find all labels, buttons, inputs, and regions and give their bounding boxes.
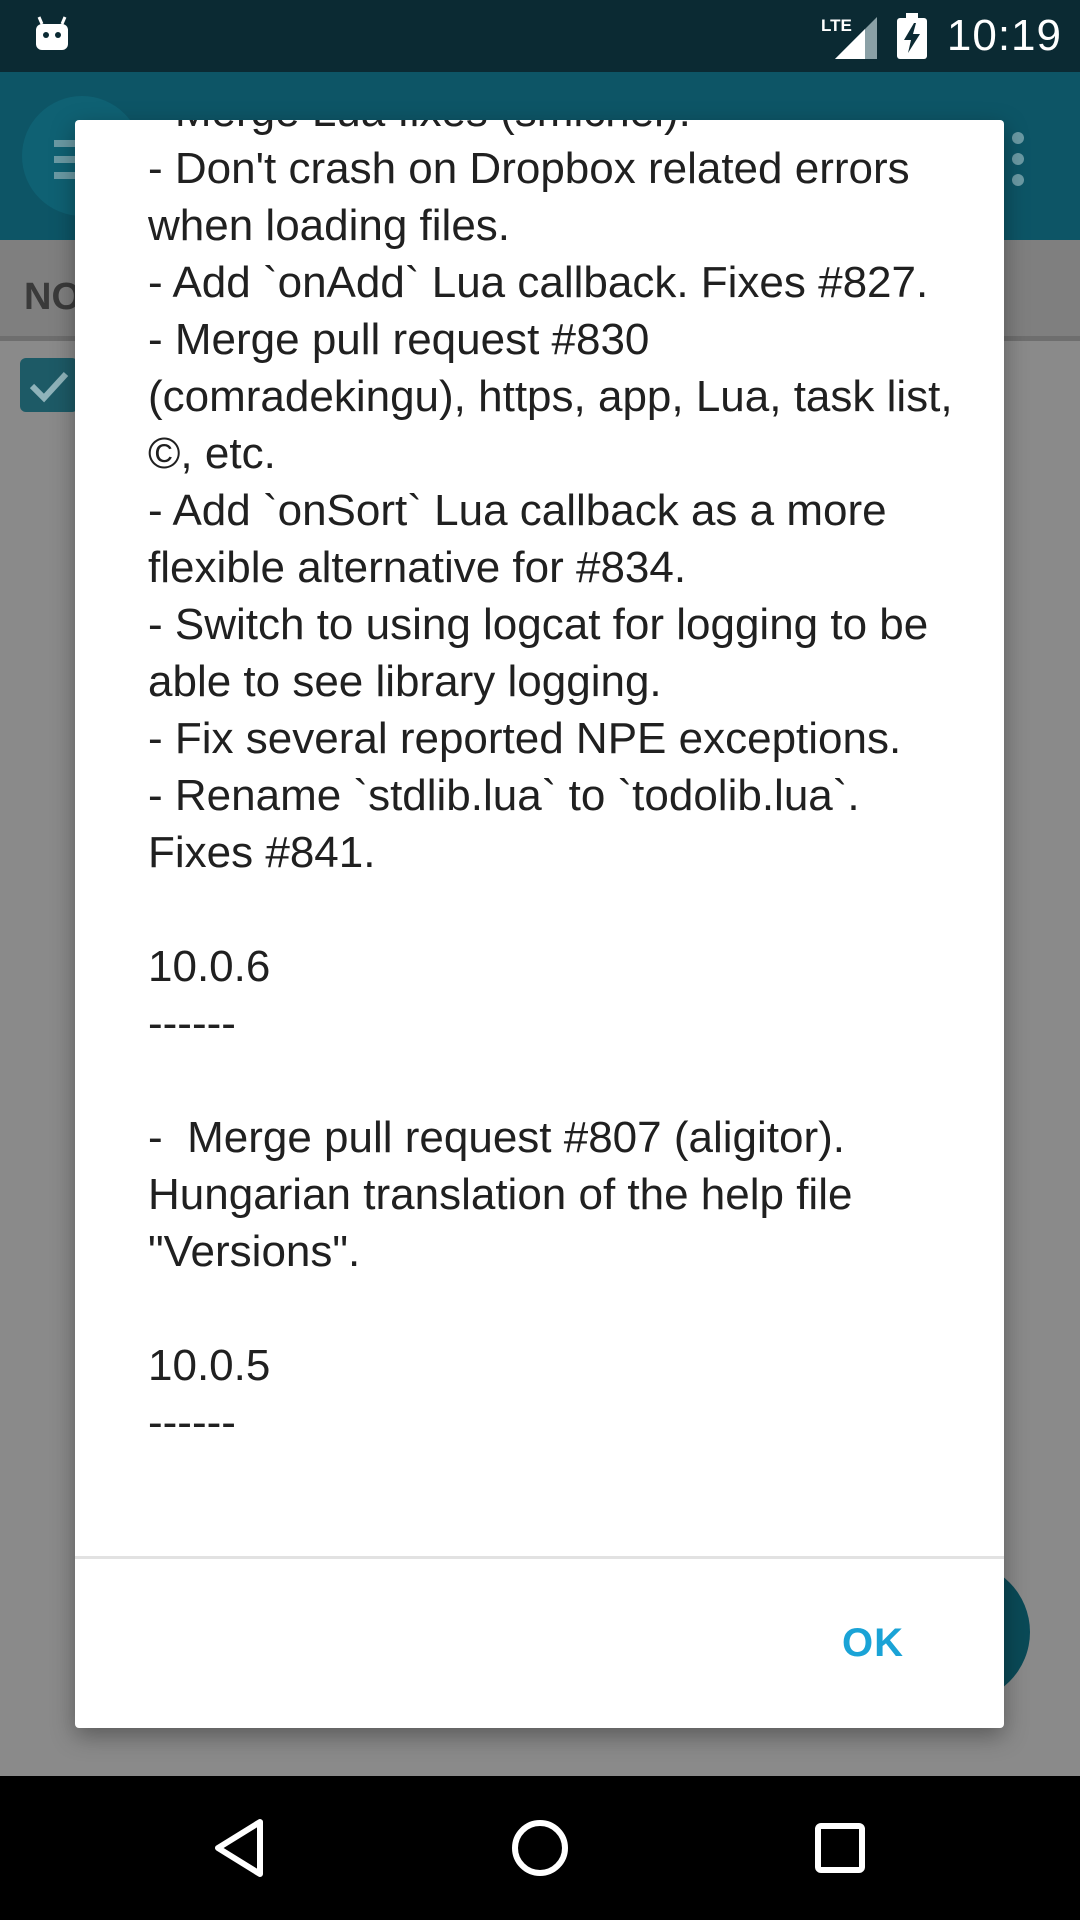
lte-label: LTE [821, 16, 852, 35]
battery-charging-icon [896, 13, 927, 59]
android-debug-icon [36, 16, 68, 50]
screen: LTE 10:19 NO - Don't crash on Dropbox re… [0, 0, 1080, 1920]
navigation-bar [0, 1776, 1080, 1920]
dialog-actions: OK [75, 1559, 1004, 1728]
status-clock: 10:19 [946, 11, 1062, 60]
dialog-scroll-area[interactable]: - Merge Lua fixes (smichel). - Don't cra… [75, 120, 1004, 1556]
lte-signal-icon: LTE [821, 16, 877, 59]
back-triangle-icon[interactable] [204, 1812, 276, 1884]
ok-button[interactable]: OK [826, 1607, 920, 1679]
changelog-dialog: - Merge Lua fixes (smichel). - Don't cra… [75, 120, 1004, 1728]
overflow-menu-icon [1012, 132, 1026, 195]
status-icons: LTE 10:19 [821, 0, 1062, 72]
changelog-text: - Merge Lua fixes (smichel). - Don't cra… [148, 120, 953, 1447]
checkmark-icon [29, 371, 69, 403]
home-circle-icon[interactable] [504, 1812, 576, 1884]
task-checkbox [20, 358, 78, 412]
recent-apps-square-icon[interactable] [804, 1812, 876, 1884]
status-bar: LTE 10:19 [0, 0, 1080, 72]
